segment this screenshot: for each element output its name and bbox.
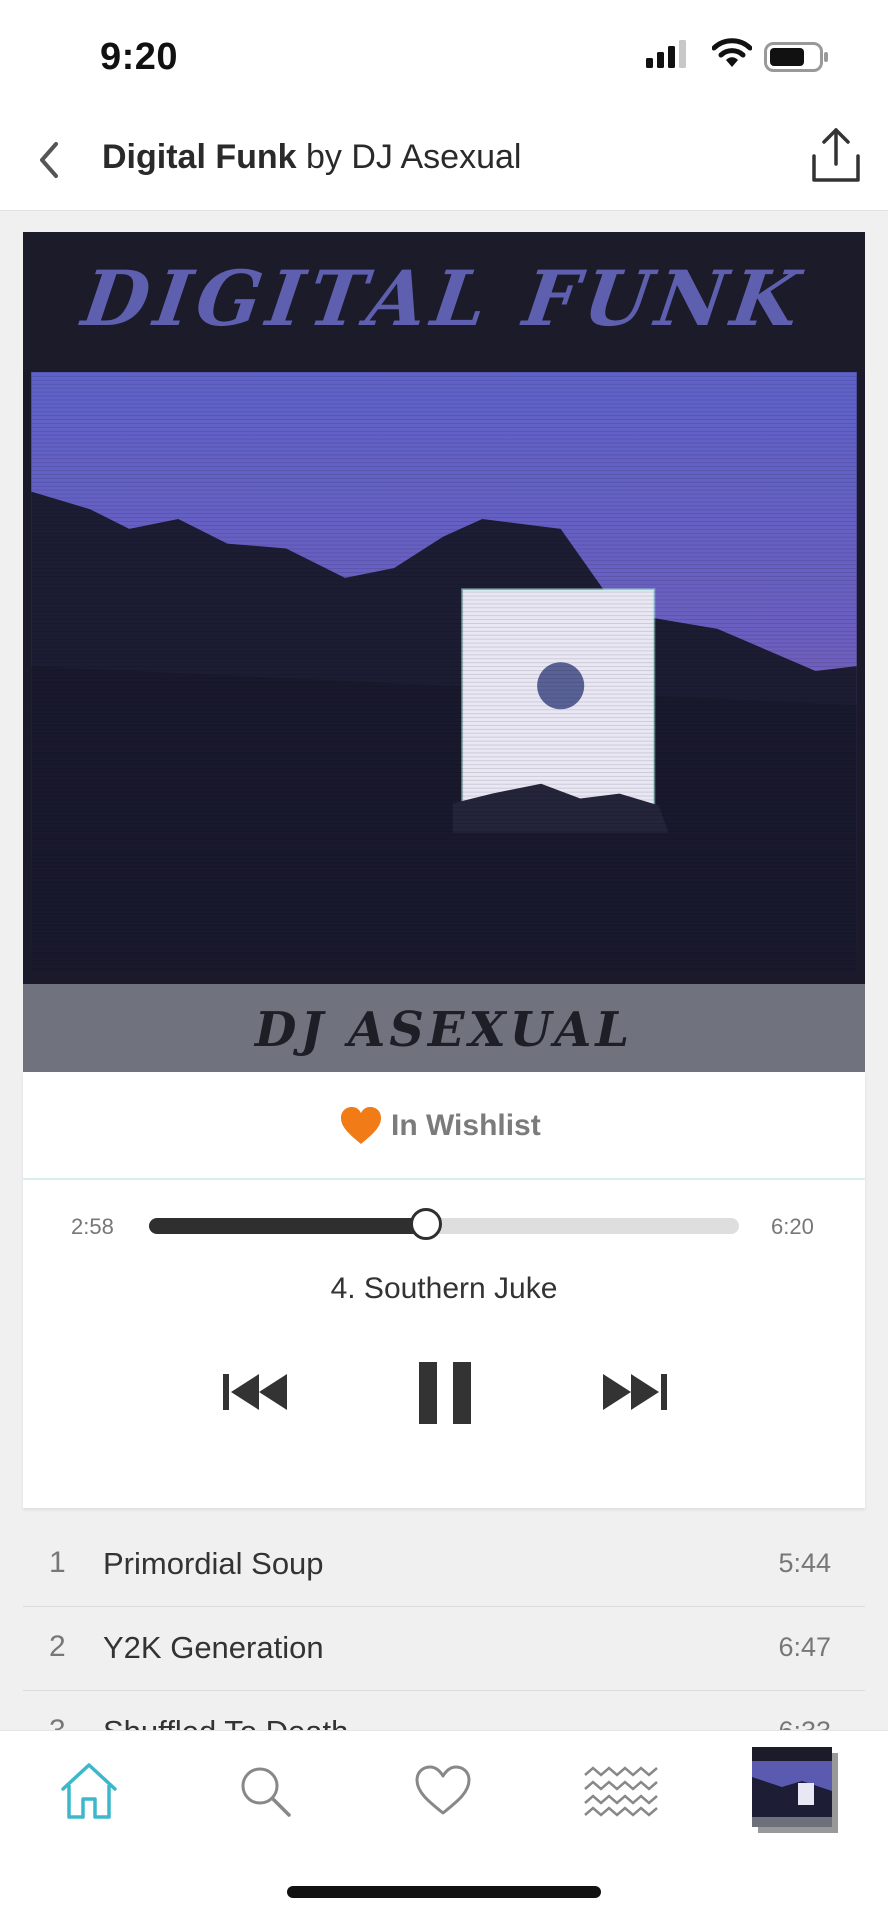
heart-filled-icon [341,1107,381,1144]
album-artist-byline: by DJ Asexual [296,138,522,176]
track-duration: 5:44 [778,1548,831,1578]
share-icon[interactable] [806,124,866,188]
album-art-title-band: DIGITAL FUNK [23,232,865,372]
battery-icon [764,42,828,72]
track-duration: 6:47 [778,1632,831,1662]
home-indicator[interactable] [287,1886,601,1898]
track-row[interactable]: 2 Y2K Generation 6:47 [23,1606,865,1691]
wishlist-button[interactable]: In Wishlist [23,1072,865,1180]
status-bar: 9:20 [0,0,888,110]
waves-icon [584,1766,658,1817]
tab-now-playing[interactable] [750,1745,840,1835]
wishlist-content: In Wishlist [339,1106,541,1146]
track-name: Primordial Soup [103,1546,324,1581]
pause-icon[interactable] [417,1362,473,1424]
progress-knob[interactable] [410,1208,442,1240]
album-thumbnail [752,1747,838,1833]
now-playing-title: 4. Southern Juke [330,1272,558,1305]
elapsed-time: 2:58 [71,1214,114,1239]
tab-search[interactable] [220,1751,310,1831]
progress-fill [149,1218,426,1234]
heart-icon [415,1765,471,1815]
player-card: In Wishlist 2:58 6:20 4. Southern Juke [23,1072,865,1508]
nav-header: Digital Funk by DJ Asexual [0,110,888,211]
tab-home[interactable] [44,1751,134,1831]
wifi-icon [712,38,752,67]
album-art-title: DIGITAL FUNK [77,254,811,343]
album-art-artist: DJ ASEXUAL [254,1002,634,1058]
track-name: Y2K Generation [103,1630,324,1665]
status-time: 9:20 [100,36,179,78]
page-title: Digital Funk by DJ Asexual [102,138,521,177]
tab-feed[interactable] [576,1751,666,1831]
album-title: Digital Funk [102,138,297,176]
previous-track-icon[interactable] [221,1368,291,1416]
progress-bar[interactable] [149,1208,739,1240]
home-icon [61,1763,117,1819]
total-time: 6:20 [771,1214,814,1239]
track-row[interactable]: 1 Primordial Soup 5:44 [23,1522,865,1607]
album-art-artist-band: DJ ASEXUAL [23,984,865,1072]
track-number: 2 [49,1630,66,1663]
wishlist-label: In Wishlist [391,1109,541,1142]
back-chevron-icon[interactable] [34,138,64,182]
cellular-signal-icon [646,40,686,68]
album-art: DIGITAL FUNK DJ ASEXUAL [23,232,865,1072]
tab-wishlist[interactable] [398,1751,488,1831]
album-art-scene [31,372,857,972]
next-track-icon[interactable] [599,1368,669,1416]
track-number: 1 [49,1546,66,1579]
search-icon [241,1767,291,1817]
